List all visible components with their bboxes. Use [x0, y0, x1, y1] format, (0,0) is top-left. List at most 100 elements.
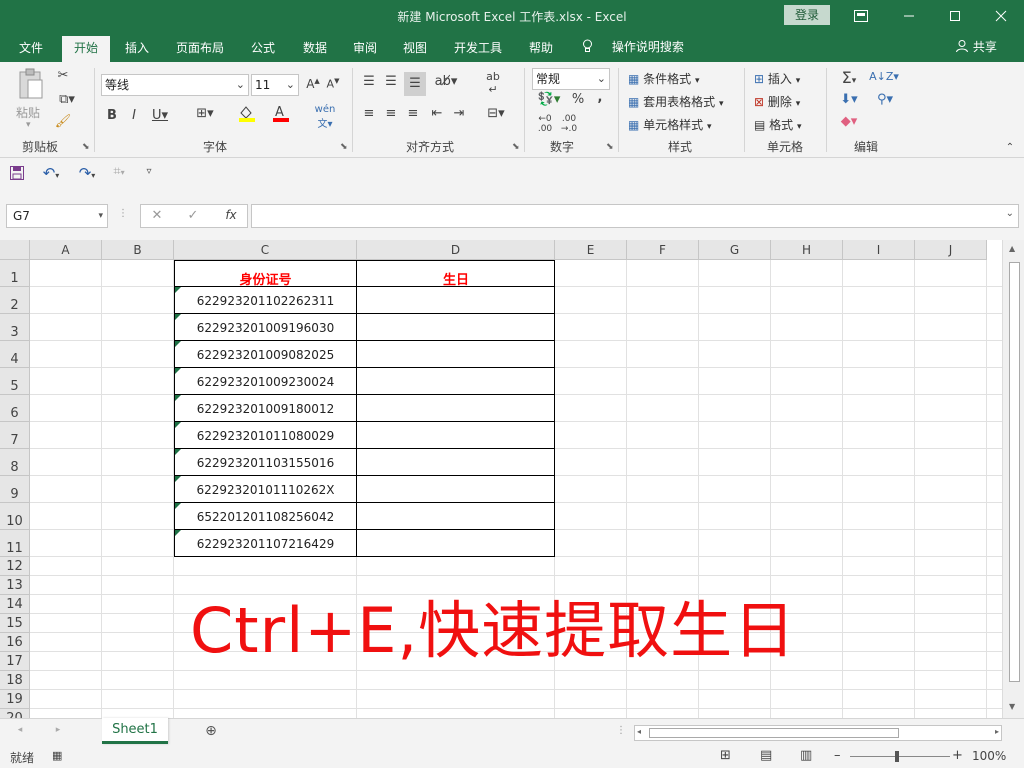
insert-cells-button[interactable]: ⊞ 插入 ▾ [754, 70, 800, 87]
normal-view-icon[interactable]: ⊞ [720, 748, 731, 763]
tab-review[interactable]: 审阅 [342, 36, 388, 62]
error-indicator-icon[interactable] [175, 341, 181, 347]
prev-sheet-icon[interactable]: ◂ [14, 725, 26, 735]
page-break-view-icon[interactable]: ▥ [800, 748, 812, 763]
autosum-icon[interactable]: Σ▾ [834, 68, 864, 87]
tab-insert[interactable]: 插入 [114, 36, 160, 62]
row-header-5[interactable]: 5 [0, 368, 30, 395]
form-icon[interactable]: ⌗▾ [104, 164, 134, 179]
format-as-table-button[interactable]: ▦ 套用表格格式 ▾ [628, 93, 724, 110]
clipboard-launcher-icon[interactable]: ⬊ [82, 142, 90, 152]
tab-file[interactable]: 文件 [8, 36, 54, 62]
fill-color-icon[interactable] [232, 104, 262, 126]
decrease-decimal-icon[interactable]: .00 →.0 [558, 114, 580, 134]
tab-home[interactable]: 开始 [62, 36, 110, 62]
sheet-tab-sheet1[interactable]: Sheet1 [102, 718, 168, 744]
bold-icon[interactable]: B [104, 108, 120, 123]
increase-decimal-icon[interactable]: ←0.00 [534, 114, 556, 134]
id-number-cell[interactable]: 622923201009082025 [174, 348, 357, 362]
error-indicator-icon[interactable] [175, 476, 181, 482]
redo-icon[interactable]: ↷▾ [72, 164, 102, 182]
zoom-out-icon[interactable]: – [834, 748, 841, 763]
error-indicator-icon[interactable] [175, 449, 181, 455]
zoom-slider-thumb[interactable] [895, 751, 899, 762]
row-header-3[interactable]: 3 [0, 314, 30, 341]
column-header-j[interactable]: J [915, 240, 987, 260]
column-header-i[interactable]: I [843, 240, 915, 260]
split-handle-icon[interactable]: ⋮ [616, 725, 626, 736]
birthday-cell[interactable] [357, 483, 555, 497]
error-indicator-icon[interactable] [175, 422, 181, 428]
birthday-cell[interactable] [357, 294, 555, 308]
undo-icon[interactable]: ↶▾ [36, 164, 66, 182]
column-header-c[interactable]: C [174, 240, 357, 260]
column-header-g[interactable]: G [699, 240, 771, 260]
align-bottom-icon[interactable]: ☰ [404, 72, 426, 96]
row-header-9[interactable]: 9 [0, 476, 30, 503]
align-top-icon[interactable]: ☰ [360, 74, 378, 89]
select-all-corner[interactable] [0, 240, 30, 260]
customize-qat-icon[interactable]: ▿ [142, 166, 156, 177]
close-icon[interactable] [978, 0, 1024, 32]
conditional-formatting-button[interactable]: ▦ 条件格式 ▾ [628, 70, 700, 87]
share-button[interactable]: 共享 [955, 36, 997, 60]
enter-icon[interactable]: ✓ [185, 208, 201, 223]
worksheet-grid[interactable]: ABCDEFGHIJ 1 2 3 4 5 6 7 8 9 10 11 12 13 14 15 16 17 18 19… [0, 240, 1024, 718]
row-header-15[interactable]: 15 [0, 614, 30, 633]
page-layout-view-icon[interactable]: ▤ [760, 748, 772, 763]
number-launcher-icon[interactable]: ⬊ [606, 142, 614, 152]
align-middle-icon[interactable]: ☰ [382, 74, 400, 89]
row-header-13[interactable]: 13 [0, 576, 30, 595]
insert-function-icon[interactable]: fx [221, 208, 241, 222]
zoom-in-icon[interactable]: + [952, 748, 963, 763]
id-number-cell[interactable]: 622923201103155016 [174, 456, 357, 470]
font-size-select[interactable]: 11 ⌄ [251, 74, 299, 96]
grow-font-icon[interactable]: A▲ [304, 77, 322, 91]
column-header-d[interactable]: D [357, 240, 555, 260]
zoom-slider[interactable] [850, 756, 950, 757]
row-header-11[interactable]: 11 [0, 530, 30, 557]
paste-dropdown-icon[interactable]: ▾ [26, 120, 31, 130]
delete-cells-button[interactable]: ⊠ 删除 ▾ [754, 93, 800, 110]
font-color-icon[interactable]: A [266, 104, 296, 126]
row-header-20[interactable]: 20 [0, 709, 30, 718]
align-center-icon[interactable]: ≡ [382, 106, 400, 121]
wrap-text-icon[interactable]: ab ↵ [482, 70, 504, 96]
align-right-icon[interactable]: ≡ [404, 106, 422, 121]
zoom-level[interactable]: 100% [972, 749, 1006, 763]
tab-view[interactable]: 视图 [392, 36, 438, 62]
orientation-icon[interactable]: ab̸▾ [432, 74, 460, 89]
column-header-h[interactable]: H [771, 240, 843, 260]
birthday-cell[interactable] [357, 537, 555, 551]
accounting-format-icon[interactable]: 💱▾ [534, 92, 564, 107]
row-header-19[interactable]: 19 [0, 690, 30, 709]
paste-icon[interactable] [14, 68, 48, 108]
find-select-icon[interactable]: ⚲▾ [870, 92, 900, 107]
scroll-up-icon[interactable]: ▲ [1009, 244, 1015, 253]
number-format-select[interactable]: 常规 ⌄ [532, 68, 610, 90]
id-number-cell[interactable]: 62292320101110262X [174, 483, 357, 497]
clear-icon[interactable]: ◆▾ [834, 114, 864, 129]
phonetic-guide-icon[interactable]: wén 文▾ [308, 104, 342, 130]
error-indicator-icon[interactable] [175, 287, 181, 293]
row-header-4[interactable]: 4 [0, 341, 30, 368]
row-header-14[interactable]: 14 [0, 595, 30, 614]
maximize-icon[interactable] [932, 0, 978, 32]
birthday-cell[interactable] [357, 510, 555, 524]
scroll-left-icon[interactable]: ◂ [637, 727, 641, 736]
next-sheet-icon[interactable]: ▸ [52, 725, 64, 735]
horizontal-scrollbar[interactable]: ◂ ▸ [634, 725, 1002, 741]
birthday-cell[interactable] [357, 375, 555, 389]
vertical-scroll-thumb[interactable] [1009, 262, 1020, 682]
id-number-cell[interactable]: 622923201107216429 [174, 537, 357, 551]
id-number-cell[interactable]: 622923201011080029 [174, 429, 357, 443]
row-header-6[interactable]: 6 [0, 395, 30, 422]
save-icon[interactable] [8, 166, 26, 184]
align-left-icon[interactable]: ≡ [360, 106, 378, 121]
font-name-select[interactable]: 等线 ⌄ [101, 74, 249, 96]
column-header-e[interactable]: E [555, 240, 627, 260]
row-header-1[interactable]: 1 [0, 260, 30, 287]
id-number-cell[interactable]: 652201201108256042 [174, 510, 357, 524]
row-header-2[interactable]: 2 [0, 287, 30, 314]
row-header-10[interactable]: 10 [0, 503, 30, 530]
